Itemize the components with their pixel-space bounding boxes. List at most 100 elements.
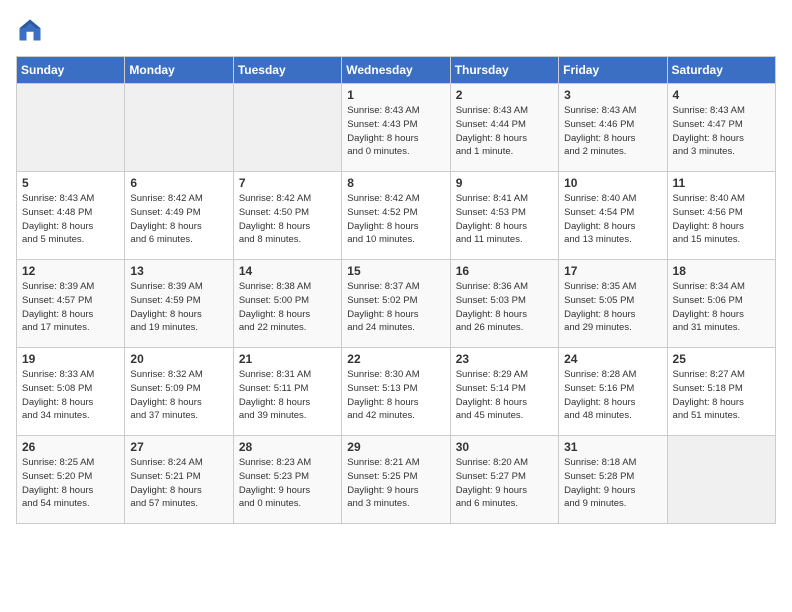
week-row-1: 1Sunrise: 8:43 AM Sunset: 4:43 PM Daylig… [17, 84, 776, 172]
day-info: Sunrise: 8:34 AM Sunset: 5:06 PM Dayligh… [673, 280, 770, 335]
calendar-cell: 20 Sunrise: 8:32 AM Sunset: 5:09 PM Dayli… [125, 348, 233, 436]
calendar-cell: 21Sunrise: 8:31 AM Sunset: 5:11 PM Dayli… [233, 348, 341, 436]
page-header [16, 16, 776, 44]
day-info: Sunrise: 8:33 AM Sunset: 5:08 PM Dayligh… [22, 368, 119, 423]
day-info: Sunrise: 8:43 AM Sunset: 4:47 PM Dayligh… [673, 104, 770, 159]
day-number: 3 [564, 88, 661, 102]
calendar-cell: 15Sunrise: 8:37 AM Sunset: 5:02 PM Dayli… [342, 260, 450, 348]
calendar-cell: 13 Sunrise: 8:39 AM Sunset: 4:59 PM Dayli… [125, 260, 233, 348]
day-info: Sunrise: 8:43 AM Sunset: 4:46 PM Dayligh… [564, 104, 661, 159]
calendar-cell: 8 Sunrise: 8:42 AM Sunset: 4:52 PM Daylig… [342, 172, 450, 260]
day-number: 30 [456, 440, 553, 454]
calendar-table: SundayMondayTuesdayWednesdayThursdayFrid… [16, 56, 776, 524]
col-header-thursday: Thursday [450, 57, 558, 84]
day-number: 8 [347, 176, 444, 190]
day-number: 20 [130, 352, 227, 366]
calendar-cell: 18 Sunrise: 8:34 AM Sunset: 5:06 PM Dayli… [667, 260, 775, 348]
calendar-cell: 4 Sunrise: 8:43 AM Sunset: 4:47 PM Daylig… [667, 84, 775, 172]
week-row-3: 12Sunrise: 8:39 AM Sunset: 4:57 PM Dayli… [17, 260, 776, 348]
day-number: 7 [239, 176, 336, 190]
calendar-cell: 11 Sunrise: 8:40 AM Sunset: 4:56 PM Dayli… [667, 172, 775, 260]
calendar-cell: 12Sunrise: 8:39 AM Sunset: 4:57 PM Dayli… [17, 260, 125, 348]
calendar-cell [17, 84, 125, 172]
day-number: 11 [673, 176, 770, 190]
col-header-wednesday: Wednesday [342, 57, 450, 84]
calendar-cell: 10 Sunrise: 8:40 AM Sunset: 4:54 PM Dayli… [559, 172, 667, 260]
day-number: 24 [564, 352, 661, 366]
calendar-cell: 30 Sunrise: 8:20 AM Sunset: 5:27 PM Dayli… [450, 436, 558, 524]
day-info: Sunrise: 8:32 AM Sunset: 5:09 PM Dayligh… [130, 368, 227, 423]
day-info: Sunrise: 8:27 AM Sunset: 5:18 PM Dayligh… [673, 368, 770, 423]
day-info: Sunrise: 8:29 AM Sunset: 5:14 PM Dayligh… [456, 368, 553, 423]
calendar-cell: 25 Sunrise: 8:27 AM Sunset: 5:18 PM Dayli… [667, 348, 775, 436]
day-info: Sunrise: 8:43 AM Sunset: 4:44 PM Dayligh… [456, 104, 553, 159]
day-number: 22 [347, 352, 444, 366]
day-info: Sunrise: 8:35 AM Sunset: 5:05 PM Dayligh… [564, 280, 661, 335]
day-info: Sunrise: 8:18 AM Sunset: 5:28 PM Dayligh… [564, 456, 661, 511]
day-info: Sunrise: 8:43 AM Sunset: 4:43 PM Dayligh… [347, 104, 444, 159]
calendar-cell: 23 Sunrise: 8:29 AM Sunset: 5:14 PM Dayli… [450, 348, 558, 436]
week-row-5: 26Sunrise: 8:25 AM Sunset: 5:20 PM Dayli… [17, 436, 776, 524]
week-row-4: 19 Sunrise: 8:33 AM Sunset: 5:08 PM Dayli… [17, 348, 776, 436]
day-number: 19 [22, 352, 119, 366]
day-info: Sunrise: 8:42 AM Sunset: 4:49 PM Dayligh… [130, 192, 227, 247]
day-number: 21 [239, 352, 336, 366]
day-number: 4 [673, 88, 770, 102]
calendar-cell [233, 84, 341, 172]
day-number: 17 [564, 264, 661, 278]
calendar-cell: 5 Sunrise: 8:43 AM Sunset: 4:48 PM Daylig… [17, 172, 125, 260]
calendar-cell: 22 Sunrise: 8:30 AM Sunset: 5:13 PM Dayli… [342, 348, 450, 436]
day-number: 26 [22, 440, 119, 454]
calendar-cell: 9 Sunrise: 8:41 AM Sunset: 4:53 PM Daylig… [450, 172, 558, 260]
calendar-cell: 7 Sunrise: 8:42 AM Sunset: 4:50 PM Daylig… [233, 172, 341, 260]
header-row: SundayMondayTuesdayWednesdayThursdayFrid… [17, 57, 776, 84]
day-number: 6 [130, 176, 227, 190]
col-header-friday: Friday [559, 57, 667, 84]
day-info: Sunrise: 8:23 AM Sunset: 5:23 PM Dayligh… [239, 456, 336, 511]
day-info: Sunrise: 8:30 AM Sunset: 5:13 PM Dayligh… [347, 368, 444, 423]
day-info: Sunrise: 8:42 AM Sunset: 4:52 PM Dayligh… [347, 192, 444, 247]
day-info: Sunrise: 8:36 AM Sunset: 5:03 PM Dayligh… [456, 280, 553, 335]
day-number: 12 [22, 264, 119, 278]
calendar-cell: 19 Sunrise: 8:33 AM Sunset: 5:08 PM Dayli… [17, 348, 125, 436]
calendar-cell: 14 Sunrise: 8:38 AM Sunset: 5:00 PM Dayli… [233, 260, 341, 348]
day-info: Sunrise: 8:39 AM Sunset: 4:59 PM Dayligh… [130, 280, 227, 335]
day-info: Sunrise: 8:28 AM Sunset: 5:16 PM Dayligh… [564, 368, 661, 423]
day-number: 27 [130, 440, 227, 454]
day-info: Sunrise: 8:38 AM Sunset: 5:00 PM Dayligh… [239, 280, 336, 335]
col-header-sunday: Sunday [17, 57, 125, 84]
calendar-cell: 28Sunrise: 8:23 AM Sunset: 5:23 PM Dayli… [233, 436, 341, 524]
day-info: Sunrise: 8:42 AM Sunset: 4:50 PM Dayligh… [239, 192, 336, 247]
day-info: Sunrise: 8:41 AM Sunset: 4:53 PM Dayligh… [456, 192, 553, 247]
calendar-cell: 1Sunrise: 8:43 AM Sunset: 4:43 PM Daylig… [342, 84, 450, 172]
day-number: 25 [673, 352, 770, 366]
day-info: Sunrise: 8:40 AM Sunset: 4:56 PM Dayligh… [673, 192, 770, 247]
day-number: 23 [456, 352, 553, 366]
calendar-cell: 6 Sunrise: 8:42 AM Sunset: 4:49 PM Daylig… [125, 172, 233, 260]
col-header-tuesday: Tuesday [233, 57, 341, 84]
day-info: Sunrise: 8:40 AM Sunset: 4:54 PM Dayligh… [564, 192, 661, 247]
day-number: 2 [456, 88, 553, 102]
day-number: 13 [130, 264, 227, 278]
day-info: Sunrise: 8:43 AM Sunset: 4:48 PM Dayligh… [22, 192, 119, 247]
week-row-2: 5 Sunrise: 8:43 AM Sunset: 4:48 PM Daylig… [17, 172, 776, 260]
calendar-cell [125, 84, 233, 172]
logo-icon [16, 16, 44, 44]
day-number: 5 [22, 176, 119, 190]
calendar-cell: 24 Sunrise: 8:28 AM Sunset: 5:16 PM Dayli… [559, 348, 667, 436]
day-number: 16 [456, 264, 553, 278]
day-number: 9 [456, 176, 553, 190]
calendar-cell: 29Sunrise: 8:21 AM Sunset: 5:25 PM Dayli… [342, 436, 450, 524]
calendar-cell: 16 Sunrise: 8:36 AM Sunset: 5:03 PM Dayli… [450, 260, 558, 348]
day-info: Sunrise: 8:24 AM Sunset: 5:21 PM Dayligh… [130, 456, 227, 511]
calendar-cell: 31Sunrise: 8:18 AM Sunset: 5:28 PM Dayli… [559, 436, 667, 524]
day-number: 15 [347, 264, 444, 278]
calendar-cell: 3 Sunrise: 8:43 AM Sunset: 4:46 PM Daylig… [559, 84, 667, 172]
col-header-monday: Monday [125, 57, 233, 84]
day-number: 14 [239, 264, 336, 278]
calendar-cell [667, 436, 775, 524]
day-number: 18 [673, 264, 770, 278]
day-number: 29 [347, 440, 444, 454]
day-info: Sunrise: 8:20 AM Sunset: 5:27 PM Dayligh… [456, 456, 553, 511]
day-number: 10 [564, 176, 661, 190]
